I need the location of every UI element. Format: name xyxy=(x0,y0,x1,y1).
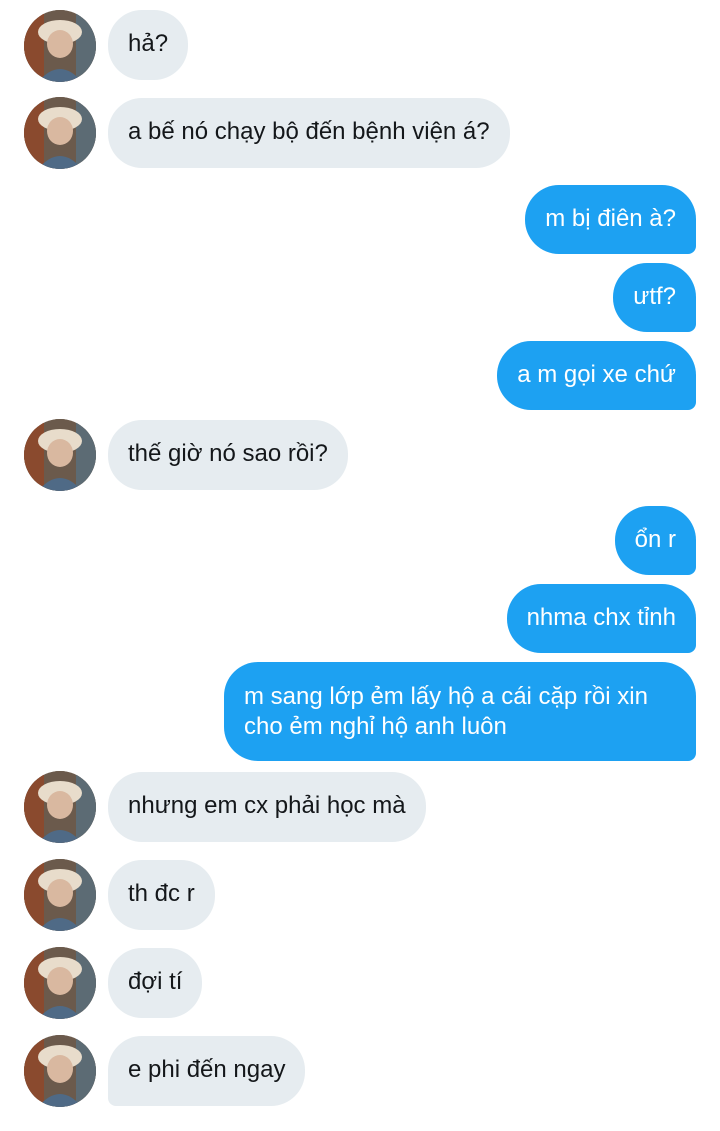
message-bubble[interactable]: a bế nó chạy bộ đến bệnh viện á? xyxy=(108,98,510,168)
message-bubble[interactable]: a m gọi xe chứ xyxy=(497,341,696,410)
message-bubble[interactable]: ưtf? xyxy=(613,263,696,332)
message-row-outgoing: m sang lớp ẻm lấy hộ a cái cặp rồi xin c… xyxy=(0,662,720,762)
message-row-incoming: đợi tí xyxy=(0,947,720,1019)
user-avatar-icon[interactable] xyxy=(24,97,96,169)
message-row-outgoing: ưtf? xyxy=(0,263,720,333)
message-row-outgoing: m bị điên à? xyxy=(0,185,720,255)
message-row-incoming: a bế nó chạy bộ đến bệnh viện á? xyxy=(0,97,720,169)
message-row-incoming: nhưng em cx phải học mà xyxy=(0,771,720,843)
user-avatar-icon[interactable] xyxy=(24,947,96,1019)
user-avatar-icon[interactable] xyxy=(24,859,96,931)
message-thread: hả? a bế nó chạy bộ đến bệnh viện á? m b… xyxy=(0,0,720,1131)
message-bubble[interactable]: nhma chx tỉnh xyxy=(506,584,696,653)
user-avatar-icon[interactable] xyxy=(24,419,96,491)
message-bubble[interactable]: e phi đến ngay xyxy=(108,1036,306,1106)
message-bubble[interactable]: thế giờ nó sao rồi? xyxy=(108,420,348,490)
message-bubble[interactable]: th đc r xyxy=(108,860,215,930)
message-row-incoming: hả? xyxy=(0,10,720,82)
message-row-incoming: th đc r xyxy=(0,859,720,931)
message-bubble[interactable]: nhưng em cx phải học mà xyxy=(108,772,426,842)
message-bubble[interactable]: hả? xyxy=(108,10,189,80)
message-row-outgoing: nhma chx tỉnh xyxy=(0,584,720,654)
message-bubble[interactable]: ổn r xyxy=(614,506,696,575)
user-avatar-icon[interactable] xyxy=(24,10,96,82)
message-bubble[interactable]: m bị điên à? xyxy=(525,185,696,254)
message-row-outgoing: a m gọi xe chứ xyxy=(0,341,720,411)
message-row-incoming: e phi đến ngay xyxy=(0,1035,720,1107)
message-bubble[interactable]: m sang lớp ẻm lấy hộ a cái cặp rồi xin c… xyxy=(224,662,696,761)
message-bubble[interactable]: đợi tí xyxy=(108,948,203,1018)
user-avatar-icon[interactable] xyxy=(24,771,96,843)
user-avatar-icon[interactable] xyxy=(24,1035,96,1107)
message-row-incoming: thế giờ nó sao rồi? xyxy=(0,419,720,491)
message-row-outgoing: ổn r xyxy=(0,506,720,576)
